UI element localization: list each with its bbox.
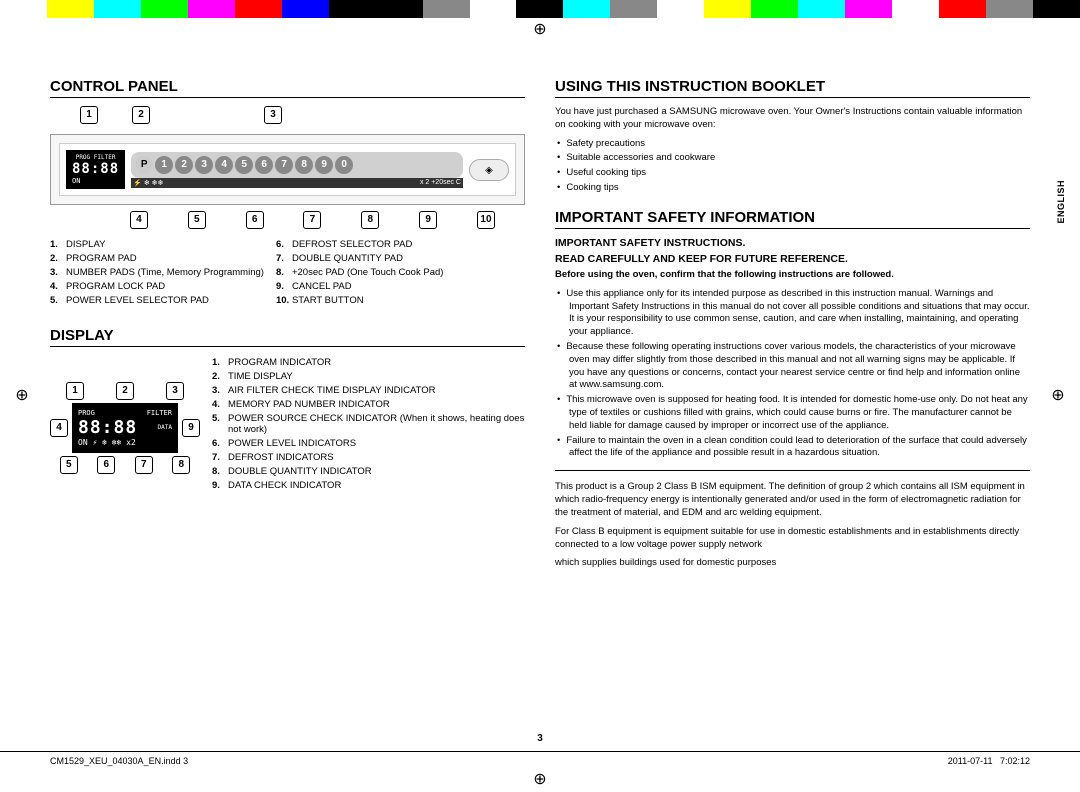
safety-sub1: IMPORTANT SAFETY INSTRUCTIONS. [555, 237, 1030, 249]
footer: CM1529_XEU_04030A_EN.indd 3 2011-07-11 7… [0, 751, 1080, 766]
callout-8: 8 [361, 211, 379, 229]
ism-para3: which supplies buildings used for domest… [555, 557, 1030, 570]
legend-item: 2.TIME DISPLAY [212, 371, 525, 382]
callout-9: 9 [419, 211, 437, 229]
num-pad: 7 [275, 156, 293, 174]
disp-co: 1 [66, 382, 84, 400]
legend-item: 7.DEFROST INDICATORS [212, 452, 525, 463]
legend-item: 6.DEFROST SELECTOR PAD [276, 239, 443, 250]
heading-display: DISPLAY [50, 327, 525, 347]
control-panel-figure: PROG FILTER 88:88 ON P 1 2 3 4 5 6 7 8 [50, 134, 525, 205]
callout-10: 10 [477, 211, 495, 229]
registration-mark-icon: ⊕ [530, 770, 550, 790]
right-column: USING THIS INSTRUCTION BOOKLET You have … [555, 78, 1030, 570]
num-pad: 9 [315, 156, 333, 174]
callout-row-bottom: 4 5 6 7 8 9 10 [50, 211, 525, 229]
list-item: Safety precautions [569, 138, 1030, 151]
registration-mark-icon: ⊕ [1048, 386, 1068, 406]
list-item: This microwave oven is supposed for heat… [569, 394, 1030, 432]
legend-item: 10.START BUTTON [276, 295, 443, 306]
num-pad: 3 [195, 156, 213, 174]
ism-para2: For Class B equipment is equipment suita… [555, 526, 1030, 552]
display-lcd: PROGFILTER 88:88 DATA ON ⚡ ❄ ❄❄ x2 [72, 403, 178, 453]
callout-5: 5 [188, 211, 206, 229]
callout-row-top: 1 2 3 [50, 106, 525, 124]
footer-file: CM1529_XEU_04030A_EN.indd 3 [50, 756, 188, 766]
disp-co: 4 [50, 419, 68, 437]
legend-item: 4.PROGRAM LOCK PAD [50, 281, 264, 292]
secondary-pad-row: ⚡ ❄ ❄❄x 2 +20sec C [131, 178, 463, 188]
num-pad: 8 [295, 156, 313, 174]
disp-co: 3 [166, 382, 184, 400]
legend-item: 1.PROGRAM INDICATOR [212, 357, 525, 368]
list-item: Use this appliance only for its intended… [569, 288, 1030, 339]
list-item: Failure to maintain the oven in a clean … [569, 435, 1030, 461]
safety-sub2: READ CAREFULLY AND KEEP FOR FUTURE REFER… [555, 253, 1030, 265]
legend-item: 3.NUMBER PADS (Time, Memory Programming) [50, 267, 264, 278]
heading-control-panel: CONTROL PANEL [50, 78, 525, 98]
legend-item: 1.DISPLAY [50, 239, 264, 250]
list-item: Cooking tips [569, 182, 1030, 195]
callout-4: 4 [130, 211, 148, 229]
safety-bullet-list: Use this appliance only for its intended… [555, 288, 1030, 461]
disp-co: 7 [135, 456, 153, 474]
printer-color-bar [0, 0, 1080, 18]
callout-6: 6 [246, 211, 264, 229]
list-item: Suitable accessories and cookware [569, 152, 1030, 165]
legend-item: 4.MEMORY PAD NUMBER INDICATOR [212, 399, 525, 410]
disp-co: 2 [116, 382, 134, 400]
num-pad: 0 [335, 156, 353, 174]
display-legend: 1.PROGRAM INDICATOR 2.TIME DISPLAY 3.AIR F… [212, 357, 525, 499]
page-number: 3 [0, 733, 1080, 744]
heading-using-booklet: USING THIS INSTRUCTION BOOKLET [555, 78, 1030, 98]
callout-1: 1 [80, 106, 98, 124]
legend-item: 8.+20sec PAD (One Touch Cook Pad) [276, 267, 443, 278]
legend-item: 7.DOUBLE QUANTITY PAD [276, 253, 443, 264]
legend-item: 9.DATA CHECK INDICATOR [212, 480, 525, 491]
intro-bullet-list: Safety precautionsSuitable accessories a… [555, 138, 1030, 195]
disp-co: 5 [60, 456, 78, 474]
disp-co: 6 [97, 456, 115, 474]
num-pad: 5 [235, 156, 253, 174]
legend-item: 8.DOUBLE QUANTITY INDICATOR [212, 466, 525, 477]
callout-3: 3 [264, 106, 282, 124]
registration-mark-icon: ⊕ [12, 386, 32, 406]
num-pad: 2 [175, 156, 193, 174]
legend-item: 5.POWER LEVEL SELECTOR PAD [50, 295, 264, 306]
intro-text: You have just purchased a SAMSUNG microw… [555, 106, 1030, 132]
disp-co: 8 [172, 456, 190, 474]
legend-item: 2.PROGRAM PAD [50, 253, 264, 264]
disp-co: 9 [182, 419, 200, 437]
start-button: ◈ [469, 159, 509, 181]
legend-item: 9.CANCEL PAD [276, 281, 443, 292]
left-column: CONTROL PANEL 1 2 3 PROG FILTER 88:88 ON… [50, 78, 525, 570]
footer-time: 7:02:12 [1000, 756, 1030, 766]
heading-safety: IMPORTANT SAFETY INFORMATION [555, 209, 1030, 229]
ism-para1: This product is a Group 2 Class B ISM eq… [555, 481, 1030, 519]
legend-item: 5.POWER SOURCE CHECK INDICATOR (When it … [212, 413, 525, 435]
num-pad: 1 [155, 156, 173, 174]
callout-2: 2 [132, 106, 150, 124]
program-pad: P [135, 156, 153, 174]
footer-date: 2011-07-11 [948, 756, 993, 766]
num-pad: 6 [255, 156, 273, 174]
num-pad: 4 [215, 156, 233, 174]
number-pad-strip: P 1 2 3 4 5 6 7 8 9 0 [131, 152, 463, 178]
control-panel-legend: 1.DISPLAY 2.PROGRAM PAD 3.NUMBER PADS (Tim… [50, 239, 525, 309]
language-tab: ENGLISH [1056, 180, 1066, 224]
lcd-display: PROG FILTER 88:88 ON [66, 150, 125, 189]
safety-sub3: Before using the oven, confirm that the … [555, 269, 1030, 282]
display-section: 1 2 3 4 PROGFILTER 88:88 DATA ON ⚡ [50, 357, 525, 499]
legend-item: 3.AIR FILTER CHECK TIME DISPLAY INDICATO… [212, 385, 525, 396]
legend-item: 6.POWER LEVEL INDICATORS [212, 438, 525, 449]
page-content: CONTROL PANEL 1 2 3 PROG FILTER 88:88 ON… [0, 18, 1080, 580]
list-item: Because these following operating instru… [569, 341, 1030, 392]
callout-7: 7 [303, 211, 321, 229]
registration-mark-icon: ⊕ [530, 20, 550, 40]
list-item: Useful cooking tips [569, 167, 1030, 180]
